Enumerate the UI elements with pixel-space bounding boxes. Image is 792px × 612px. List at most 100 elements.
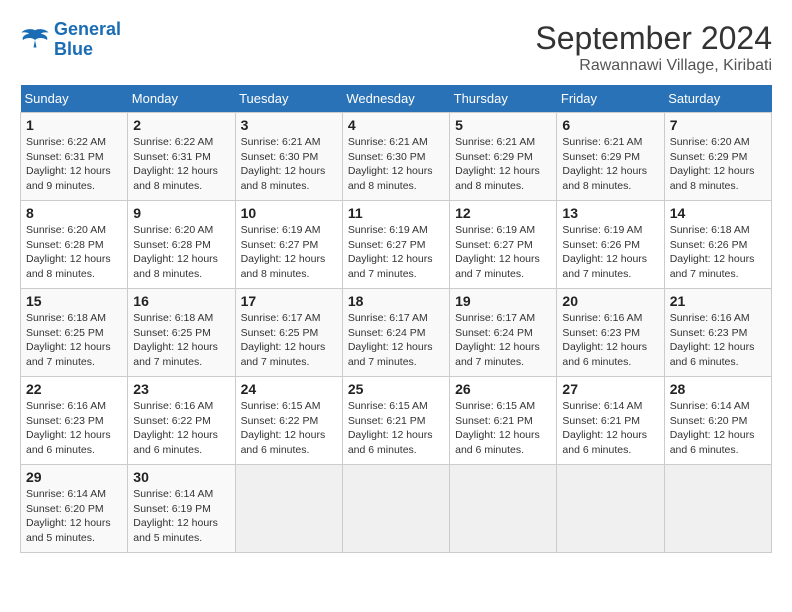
day-info: Sunrise: 6:18 AM Sunset: 6:25 PM Dayligh… <box>133 311 229 370</box>
day-number: 30 <box>133 469 229 485</box>
day-number: 12 <box>455 205 551 221</box>
day-number: 2 <box>133 117 229 133</box>
day-info: Sunrise: 6:16 AM Sunset: 6:23 PM Dayligh… <box>670 311 766 370</box>
day-info: Sunrise: 6:22 AM Sunset: 6:31 PM Dayligh… <box>133 135 229 194</box>
table-row <box>342 465 449 553</box>
day-info: Sunrise: 6:17 AM Sunset: 6:24 PM Dayligh… <box>348 311 444 370</box>
header-tuesday: Tuesday <box>235 85 342 113</box>
day-number: 7 <box>670 117 766 133</box>
logo-text: General Blue <box>54 20 121 60</box>
table-row: 29 Sunrise: 6:14 AM Sunset: 6:20 PM Dayl… <box>21 465 128 553</box>
day-info: Sunrise: 6:14 AM Sunset: 6:21 PM Dayligh… <box>562 399 658 458</box>
table-row: 7 Sunrise: 6:20 AM Sunset: 6:29 PM Dayli… <box>664 113 771 201</box>
logo-line2: Blue <box>54 39 93 59</box>
logo: General Blue <box>20 20 121 60</box>
day-info: Sunrise: 6:14 AM Sunset: 6:20 PM Dayligh… <box>26 487 122 546</box>
header-friday: Friday <box>557 85 664 113</box>
day-info: Sunrise: 6:15 AM Sunset: 6:21 PM Dayligh… <box>348 399 444 458</box>
day-number: 9 <box>133 205 229 221</box>
table-row: 28 Sunrise: 6:14 AM Sunset: 6:20 PM Dayl… <box>664 377 771 465</box>
day-info: Sunrise: 6:16 AM Sunset: 6:23 PM Dayligh… <box>26 399 122 458</box>
table-row: 18 Sunrise: 6:17 AM Sunset: 6:24 PM Dayl… <box>342 289 449 377</box>
table-row: 2 Sunrise: 6:22 AM Sunset: 6:31 PM Dayli… <box>128 113 235 201</box>
table-row: 17 Sunrise: 6:17 AM Sunset: 6:25 PM Dayl… <box>235 289 342 377</box>
day-info: Sunrise: 6:17 AM Sunset: 6:24 PM Dayligh… <box>455 311 551 370</box>
day-info: Sunrise: 6:16 AM Sunset: 6:23 PM Dayligh… <box>562 311 658 370</box>
table-row: 20 Sunrise: 6:16 AM Sunset: 6:23 PM Dayl… <box>557 289 664 377</box>
day-info: Sunrise: 6:21 AM Sunset: 6:29 PM Dayligh… <box>455 135 551 194</box>
header-saturday: Saturday <box>664 85 771 113</box>
calendar-row: 15 Sunrise: 6:18 AM Sunset: 6:25 PM Dayl… <box>21 289 772 377</box>
table-row: 5 Sunrise: 6:21 AM Sunset: 6:29 PM Dayli… <box>450 113 557 201</box>
day-number: 29 <box>26 469 122 485</box>
title-section: September 2024 Rawannawi Village, Kiriba… <box>535 20 772 75</box>
day-number: 27 <box>562 381 658 397</box>
day-number: 25 <box>348 381 444 397</box>
day-info: Sunrise: 6:18 AM Sunset: 6:26 PM Dayligh… <box>670 223 766 282</box>
table-row: 1 Sunrise: 6:22 AM Sunset: 6:31 PM Dayli… <box>21 113 128 201</box>
day-number: 10 <box>241 205 337 221</box>
day-number: 5 <box>455 117 551 133</box>
table-row <box>235 465 342 553</box>
table-row: 25 Sunrise: 6:15 AM Sunset: 6:21 PM Dayl… <box>342 377 449 465</box>
table-row: 27 Sunrise: 6:14 AM Sunset: 6:21 PM Dayl… <box>557 377 664 465</box>
table-row: 9 Sunrise: 6:20 AM Sunset: 6:28 PM Dayli… <box>128 201 235 289</box>
table-row: 26 Sunrise: 6:15 AM Sunset: 6:21 PM Dayl… <box>450 377 557 465</box>
day-number: 4 <box>348 117 444 133</box>
day-info: Sunrise: 6:15 AM Sunset: 6:22 PM Dayligh… <box>241 399 337 458</box>
header-thursday: Thursday <box>450 85 557 113</box>
header: General Blue September 2024 Rawannawi Vi… <box>20 20 772 75</box>
table-row: 14 Sunrise: 6:18 AM Sunset: 6:26 PM Dayl… <box>664 201 771 289</box>
day-info: Sunrise: 6:20 AM Sunset: 6:28 PM Dayligh… <box>26 223 122 282</box>
day-number: 22 <box>26 381 122 397</box>
day-number: 26 <box>455 381 551 397</box>
day-number: 8 <box>26 205 122 221</box>
table-row: 11 Sunrise: 6:19 AM Sunset: 6:27 PM Dayl… <box>342 201 449 289</box>
day-number: 24 <box>241 381 337 397</box>
calendar-row: 8 Sunrise: 6:20 AM Sunset: 6:28 PM Dayli… <box>21 201 772 289</box>
table-row: 3 Sunrise: 6:21 AM Sunset: 6:30 PM Dayli… <box>235 113 342 201</box>
day-number: 14 <box>670 205 766 221</box>
day-number: 11 <box>348 205 444 221</box>
day-info: Sunrise: 6:16 AM Sunset: 6:22 PM Dayligh… <box>133 399 229 458</box>
table-row <box>664 465 771 553</box>
day-number: 13 <box>562 205 658 221</box>
day-info: Sunrise: 6:17 AM Sunset: 6:25 PM Dayligh… <box>241 311 337 370</box>
calendar-row: 22 Sunrise: 6:16 AM Sunset: 6:23 PM Dayl… <box>21 377 772 465</box>
day-info: Sunrise: 6:22 AM Sunset: 6:31 PM Dayligh… <box>26 135 122 194</box>
location-title: Rawannawi Village, Kiribati <box>535 57 772 75</box>
table-row: 21 Sunrise: 6:16 AM Sunset: 6:23 PM Dayl… <box>664 289 771 377</box>
table-row: 4 Sunrise: 6:21 AM Sunset: 6:30 PM Dayli… <box>342 113 449 201</box>
header-sunday: Sunday <box>21 85 128 113</box>
day-number: 3 <box>241 117 337 133</box>
day-number: 21 <box>670 293 766 309</box>
table-row: 22 Sunrise: 6:16 AM Sunset: 6:23 PM Dayl… <box>21 377 128 465</box>
day-number: 20 <box>562 293 658 309</box>
calendar-table: Sunday Monday Tuesday Wednesday Thursday… <box>20 85 772 553</box>
table-row <box>450 465 557 553</box>
table-row: 24 Sunrise: 6:15 AM Sunset: 6:22 PM Dayl… <box>235 377 342 465</box>
day-info: Sunrise: 6:19 AM Sunset: 6:27 PM Dayligh… <box>348 223 444 282</box>
day-number: 18 <box>348 293 444 309</box>
calendar-header-row: Sunday Monday Tuesday Wednesday Thursday… <box>21 85 772 113</box>
logo-line1: General <box>54 19 121 39</box>
day-info: Sunrise: 6:19 AM Sunset: 6:27 PM Dayligh… <box>455 223 551 282</box>
day-info: Sunrise: 6:21 AM Sunset: 6:30 PM Dayligh… <box>241 135 337 194</box>
month-title: September 2024 <box>535 20 772 57</box>
day-number: 19 <box>455 293 551 309</box>
table-row: 12 Sunrise: 6:19 AM Sunset: 6:27 PM Dayl… <box>450 201 557 289</box>
table-row: 16 Sunrise: 6:18 AM Sunset: 6:25 PM Dayl… <box>128 289 235 377</box>
day-info: Sunrise: 6:15 AM Sunset: 6:21 PM Dayligh… <box>455 399 551 458</box>
day-info: Sunrise: 6:19 AM Sunset: 6:27 PM Dayligh… <box>241 223 337 282</box>
table-row: 30 Sunrise: 6:14 AM Sunset: 6:19 PM Dayl… <box>128 465 235 553</box>
day-info: Sunrise: 6:14 AM Sunset: 6:19 PM Dayligh… <box>133 487 229 546</box>
day-info: Sunrise: 6:19 AM Sunset: 6:26 PM Dayligh… <box>562 223 658 282</box>
day-number: 28 <box>670 381 766 397</box>
day-info: Sunrise: 6:21 AM Sunset: 6:29 PM Dayligh… <box>562 135 658 194</box>
table-row <box>557 465 664 553</box>
table-row: 8 Sunrise: 6:20 AM Sunset: 6:28 PM Dayli… <box>21 201 128 289</box>
logo-bird-icon <box>20 26 50 54</box>
table-row: 6 Sunrise: 6:21 AM Sunset: 6:29 PM Dayli… <box>557 113 664 201</box>
day-info: Sunrise: 6:18 AM Sunset: 6:25 PM Dayligh… <box>26 311 122 370</box>
day-number: 15 <box>26 293 122 309</box>
